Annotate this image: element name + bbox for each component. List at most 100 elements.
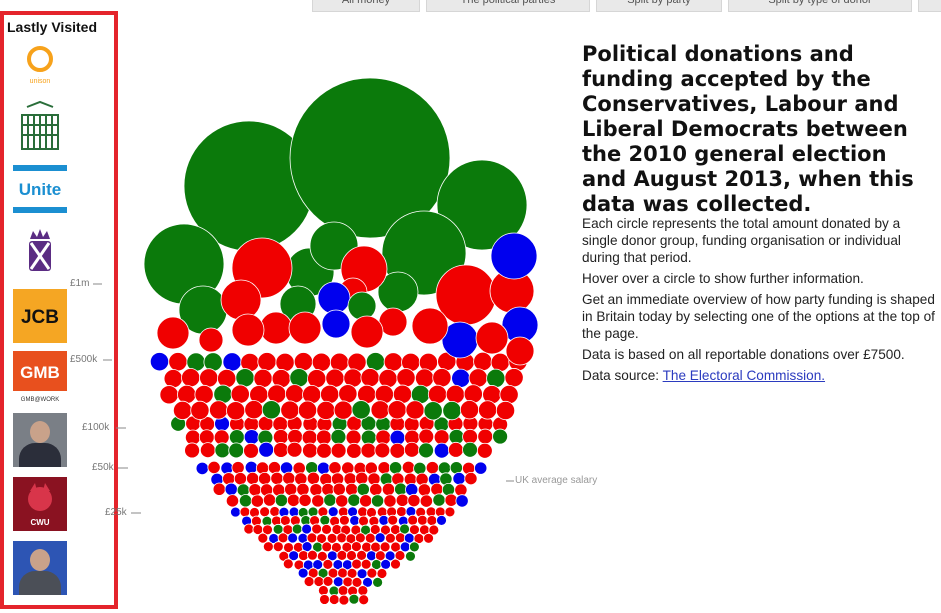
donor-bubble[interactable] — [273, 442, 289, 458]
donor-bubble[interactable] — [322, 558, 334, 570]
donor-bubble[interactable] — [261, 400, 281, 420]
donor-bubble[interactable] — [177, 384, 197, 405]
donor-bubble[interactable] — [225, 494, 240, 508]
donor-bubble[interactable] — [495, 400, 516, 421]
donor-bubble[interactable] — [332, 576, 344, 588]
donor-bubble[interactable] — [291, 523, 303, 535]
donor-bubble[interactable] — [427, 384, 448, 404]
donor-bubble[interactable] — [217, 368, 237, 389]
visited-cwu[interactable]: CWU — [13, 477, 67, 531]
donor-bubble[interactable] — [316, 461, 331, 475]
donor-bubble[interactable] — [275, 352, 295, 373]
donor-bubble[interactable] — [302, 442, 318, 459]
donor-bubble[interactable] — [499, 384, 519, 405]
donor-bubble[interactable] — [405, 400, 425, 420]
donor-bubble[interactable] — [360, 558, 372, 570]
donor-bubble[interactable] — [327, 506, 339, 518]
donor-bubble[interactable] — [387, 400, 407, 420]
donor-bubble[interactable] — [280, 400, 300, 420]
donor-bubble[interactable] — [357, 585, 369, 596]
donor-bubble[interactable] — [286, 441, 303, 458]
donor-bubble[interactable] — [411, 307, 449, 345]
donor-bubble[interactable] — [318, 585, 329, 596]
donor-bubble[interactable] — [413, 461, 427, 475]
donor-bubble[interactable] — [288, 311, 322, 345]
donor-bubble[interactable] — [332, 482, 346, 496]
donor-bubble[interactable] — [243, 429, 260, 445]
donor-bubble[interactable] — [328, 461, 342, 475]
donor-bubble[interactable] — [194, 384, 214, 405]
donor-bubble[interactable] — [357, 506, 368, 518]
tab-political-parties[interactable]: The political parties — [426, 0, 590, 12]
donor-bubble[interactable] — [301, 523, 313, 535]
donor-bubble[interactable] — [407, 493, 421, 508]
donor-bubble[interactable] — [239, 506, 251, 518]
donor-bubble[interactable] — [181, 368, 201, 388]
donor-bubble[interactable] — [244, 460, 258, 475]
donor-bubble[interactable] — [270, 471, 284, 485]
donor-bubble[interactable] — [505, 336, 535, 366]
donor-bubble[interactable] — [417, 483, 431, 497]
donor-bubble[interactable] — [351, 400, 371, 420]
donor-bubble[interactable] — [405, 483, 419, 497]
donor-bubble[interactable] — [321, 309, 351, 339]
donor-bubble[interactable] — [379, 541, 391, 553]
donor-bubble[interactable] — [306, 471, 321, 485]
donor-bubble[interactable] — [356, 482, 370, 496]
donor-bubble[interactable] — [325, 368, 345, 388]
donor-bubble[interactable] — [199, 442, 216, 458]
donor-bubble[interactable] — [394, 482, 408, 496]
donor-bubble[interactable] — [235, 368, 255, 388]
donor-bubble[interactable] — [248, 483, 262, 497]
donor-bubble[interactable] — [272, 541, 284, 553]
donor-bubble[interactable] — [262, 541, 274, 553]
donor-bubble[interactable] — [478, 400, 498, 420]
donor-bubble[interactable] — [437, 461, 452, 475]
donor-bubble[interactable] — [209, 400, 229, 420]
donor-bubble[interactable] — [311, 352, 332, 372]
donor-bubble[interactable] — [321, 541, 333, 553]
donor-bubble[interactable] — [333, 400, 353, 420]
donor-bubble[interactable] — [374, 442, 391, 459]
donor-bubble[interactable] — [311, 523, 323, 535]
donor-bubble[interactable] — [447, 441, 464, 458]
donor-bubble[interactable] — [445, 384, 465, 405]
donor-bubble[interactable] — [347, 493, 361, 507]
donor-bubble[interactable] — [364, 461, 378, 475]
donor-bubble[interactable] — [298, 493, 312, 507]
donor-bubble[interactable] — [339, 514, 350, 526]
donor-bubble[interactable] — [287, 532, 299, 544]
donor-bubble[interactable] — [172, 400, 193, 421]
donor-bubble[interactable] — [475, 321, 509, 355]
donor-bubble[interactable] — [330, 428, 347, 445]
donor-bubble[interactable] — [459, 400, 480, 420]
donor-bubble[interactable] — [350, 315, 384, 349]
donor-bubble[interactable] — [195, 461, 209, 476]
donor-bubble[interactable] — [370, 400, 390, 420]
donor-bubble[interactable] — [309, 483, 323, 497]
donor-bubble[interactable] — [455, 494, 469, 508]
donor-bubble[interactable] — [442, 400, 462, 421]
donor-bubble[interactable] — [360, 368, 380, 388]
donor-bubble[interactable] — [414, 368, 435, 388]
donor-bubble[interactable] — [336, 549, 348, 561]
donor-bubble[interactable] — [417, 514, 428, 526]
donor-bubble[interactable] — [401, 460, 416, 475]
donor-bubble[interactable] — [321, 523, 332, 535]
donor-bubble[interactable] — [383, 494, 397, 508]
donor-bubble[interactable] — [388, 461, 403, 475]
donor-bubble[interactable] — [203, 352, 223, 372]
donor-bubble[interactable] — [250, 494, 264, 508]
donor-bubble[interactable] — [449, 461, 463, 475]
donor-bubble[interactable] — [433, 429, 450, 446]
donor-bubble[interactable] — [316, 429, 332, 446]
donor-bubble[interactable] — [228, 442, 245, 459]
donor-bubble[interactable] — [307, 549, 318, 561]
donor-bubble[interactable] — [444, 506, 456, 518]
donor-bubble[interactable] — [430, 482, 444, 496]
visited-parliament[interactable] — [13, 99, 67, 153]
visited-jcb[interactable]: JCB — [13, 289, 67, 343]
donor-bubble[interactable] — [258, 471, 272, 486]
donor-bubble[interactable] — [385, 532, 396, 544]
donor-bubble[interactable] — [452, 471, 466, 486]
